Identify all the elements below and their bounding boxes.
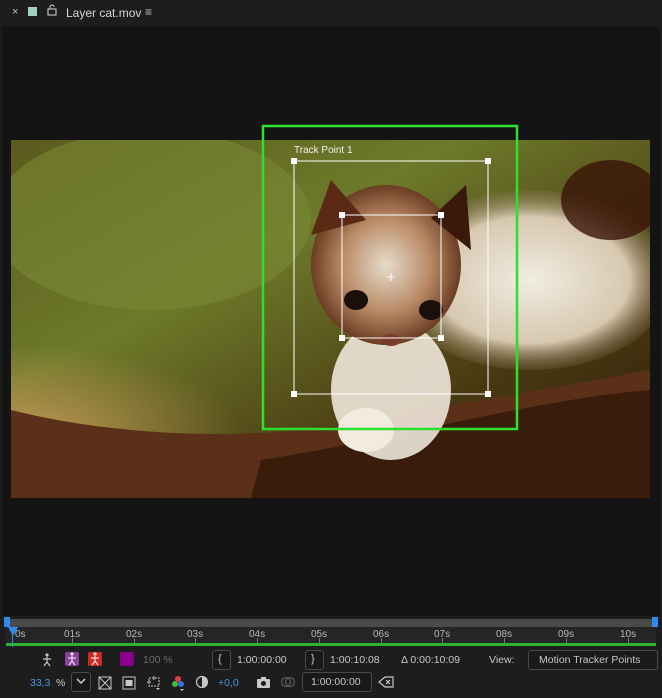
show-snapshot-icon[interactable]	[280, 675, 296, 689]
color-channels-icon[interactable]	[171, 675, 185, 691]
transparency-grid-icon[interactable]	[98, 676, 112, 690]
duration-time: Δ 0:00:10:09	[401, 654, 460, 666]
time-navigator-bar[interactable]	[6, 619, 656, 627]
solo-figure-toggle[interactable]	[65, 652, 79, 666]
time-navigator-start-handle[interactable]	[4, 617, 10, 627]
chevron-down-icon	[76, 678, 86, 685]
show-channel-icon[interactable]	[378, 675, 394, 689]
out-bracket-icon: }	[311, 653, 315, 665]
panel-tab-bar: × Layer cat.mov ≡	[0, 0, 662, 26]
panel-menu-icon[interactable]: ≡	[145, 5, 152, 19]
zoom-value[interactable]: 33,3	[30, 677, 50, 689]
track-point-label[interactable]: Track Point 1	[294, 145, 353, 156]
mask-visibility-icon[interactable]	[122, 676, 136, 690]
region-of-interest-icon[interactable]	[146, 675, 162, 691]
viewer-controls-row: 33,3 % +0,0 1:00:00:00	[0, 671, 662, 695]
in-bracket-icon: {	[218, 653, 222, 665]
zoom-dropdown-button[interactable]	[71, 672, 91, 692]
view-dropdown[interactable]: Motion Tracker Points	[528, 650, 658, 670]
puppet-figure-icon[interactable]	[41, 653, 53, 667]
opacity-value[interactable]: 100 %	[143, 654, 173, 666]
current-time-field[interactable]: 1:00:00:00	[302, 672, 372, 692]
set-in-point-button[interactable]: {	[212, 650, 231, 670]
exposure-value[interactable]: +0,0	[218, 677, 239, 689]
playhead-line[interactable]	[12, 627, 13, 647]
out-point-time[interactable]: 1:00:10:08	[330, 654, 380, 666]
exposure-reset-icon[interactable]	[195, 675, 209, 689]
playhead-handle[interactable]	[8, 627, 18, 636]
camera-snapshot-icon[interactable]	[256, 676, 271, 689]
overlay-color-swatch[interactable]	[120, 652, 134, 666]
lock-icon[interactable]	[47, 4, 57, 16]
zoom-unit: %	[56, 677, 66, 689]
view-dropdown-value: Motion Tracker Points	[539, 654, 641, 666]
set-out-point-button[interactable]: }	[305, 650, 324, 670]
figure-icon	[68, 652, 76, 666]
view-label: View:	[489, 654, 515, 666]
in-point-time[interactable]: 1:00:00:00	[237, 654, 287, 666]
layer-label-color-swatch	[28, 7, 37, 16]
record-figure-toggle[interactable]	[88, 652, 102, 666]
work-area-bar[interactable]	[6, 643, 656, 646]
time-navigator-end-handle[interactable]	[652, 617, 658, 627]
current-time-value: 1:00:00:00	[311, 676, 361, 688]
close-tab-icon[interactable]: ×	[12, 6, 18, 18]
footage-frame	[11, 140, 650, 498]
layer-controls-row: 100 % { 1:00:00:00 } 1:00:10:08 Δ 0:00:1…	[0, 648, 662, 672]
panel-title[interactable]: Layer cat.mov	[66, 6, 141, 20]
figure-icon	[91, 652, 99, 666]
